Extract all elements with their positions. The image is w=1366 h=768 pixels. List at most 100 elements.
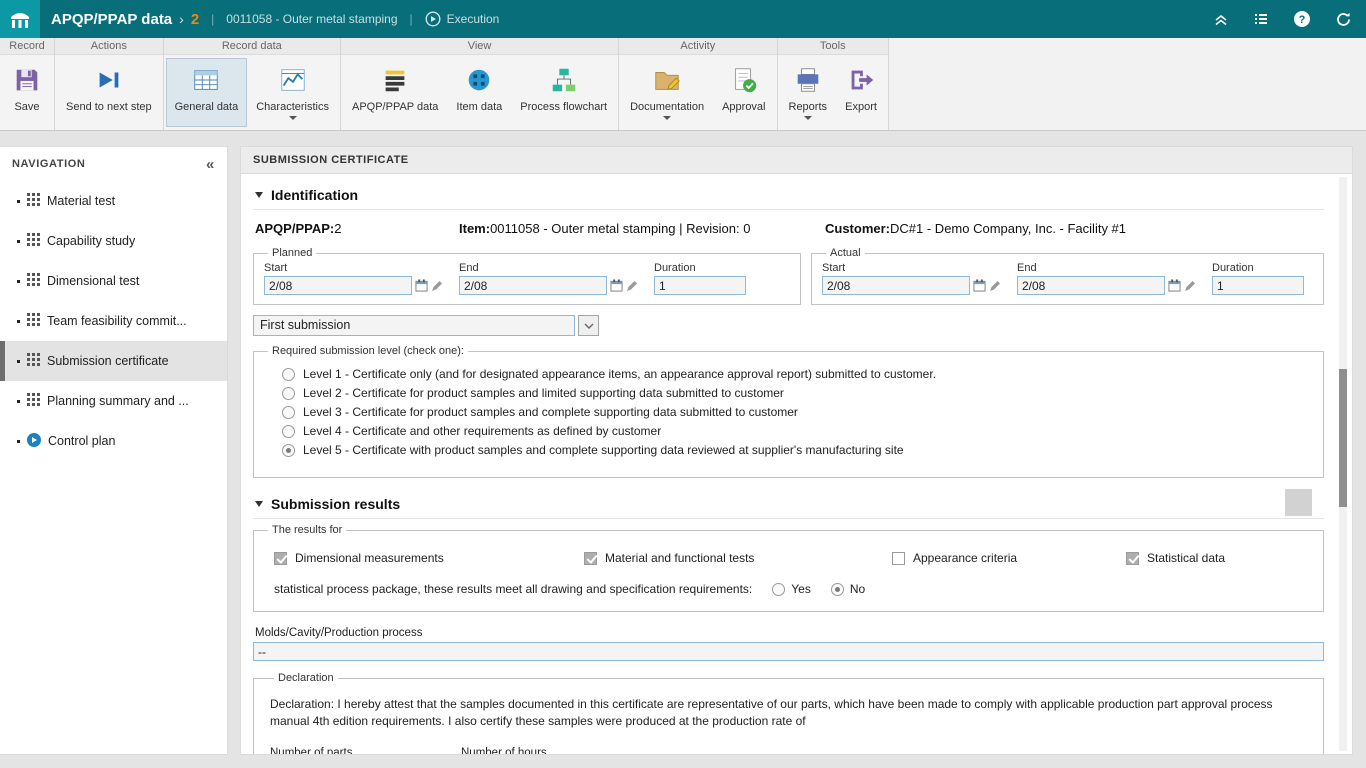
documentation-button[interactable]: Documentation [621,58,713,127]
calendar-icon[interactable] [973,279,986,292]
characteristics-icon [278,65,308,98]
checkbox-label: Statistical data [1147,551,1225,565]
actual-legend: Actual [826,247,865,259]
actual-end-input[interactable] [1017,276,1165,295]
appearance-criteria-option[interactable]: Appearance criteria [892,551,1126,565]
sidebar-item-label: Material test [47,194,115,208]
calendar-icon[interactable] [415,279,428,292]
yes-option[interactable]: Yes [772,582,811,596]
planned-fieldset: Planned Start End [253,247,801,305]
app-logo-icon[interactable] [0,0,40,38]
radio-button[interactable] [282,406,295,419]
apqp-ppap-data-button[interactable]: APQP/PPAP data [343,58,447,127]
collapse-sidebar-icon[interactable]: « [206,157,215,172]
list-menu-icon[interactable] [1253,11,1269,27]
level-5-option[interactable]: Level 5 - Certificate with product sampl… [282,443,1313,457]
edit-pencil-icon[interactable] [431,280,443,292]
bullet-icon [17,320,20,323]
results-for-fieldset: The results for Dimensional measurements… [253,524,1324,612]
molds-cavity-input[interactable] [253,642,1324,661]
sidebar-item-planning-summary[interactable]: Planning summary and ... [0,381,227,421]
item-label: Item: [459,221,490,236]
checkbox[interactable] [584,552,597,565]
item-data-button[interactable]: Item data [447,58,511,127]
chevron-down-icon [804,116,812,120]
level-2-option[interactable]: Level 2 - Certificate for product sample… [282,386,1313,400]
edit-pencil-icon[interactable] [1184,280,1196,292]
sidebar-item-submission-certificate[interactable]: Submission certificate [0,341,227,381]
edit-pencil-icon[interactable] [626,280,638,292]
submission-level-legend: Required submission level (check one): [268,345,468,357]
sidebar-item-control-plan[interactable]: Control plan [0,421,227,461]
no-option[interactable]: No [831,582,865,596]
checkbox[interactable] [892,552,905,565]
checkbox[interactable] [274,552,287,565]
planned-duration-input[interactable] [654,276,746,295]
statistical-data-option[interactable]: Statistical data [1126,551,1225,565]
bullet-icon [17,280,20,283]
submission-type-dropdown-button[interactable] [578,315,599,336]
radio-button[interactable] [282,368,295,381]
breadcrumb-item: 0011058 - Outer metal stamping [226,12,397,26]
characteristic-matrix-icon [27,193,40,209]
save-button[interactable]: Save [2,58,52,127]
bullet-icon [17,440,20,443]
level-1-option[interactable]: Level 1 - Certificate only (and for desi… [282,367,1313,381]
level-5-label: Level 5 - Certificate with product sampl… [303,443,904,457]
dimensional-measurements-option[interactable]: Dimensional measurements [274,551,584,565]
radio-button[interactable] [772,583,785,596]
results-for-legend: The results for [268,524,346,536]
play-circle-icon [425,11,441,27]
collapse-section-icon[interactable] [255,192,263,198]
ribbon-group-record-data: Record data General data Characteristics [164,38,341,130]
export-button[interactable]: Export [836,58,886,127]
radio-button[interactable] [831,583,844,596]
submission-results-section-header[interactable]: Submission results [253,487,1324,519]
duration-label: Duration [1212,262,1304,274]
sidebar-item-team-feasibility[interactable]: Team feasibility commit... [0,301,227,341]
actual-duration-input[interactable] [1212,276,1304,295]
material-functional-tests-option[interactable]: Material and functional tests [584,551,892,565]
radio-button[interactable] [282,387,295,400]
characteristics-button[interactable]: Characteristics [247,58,338,127]
level-1-label: Level 1 - Certificate only (and for desi… [303,367,936,381]
step-number[interactable]: 2 [191,11,199,28]
calendar-icon[interactable] [1168,279,1181,292]
start-label: Start [264,262,443,274]
identification-info-row: APQP/PPAP:2 Item:0011058 - Outer metal s… [255,221,1324,236]
edit-pencil-icon[interactable] [989,280,1001,292]
calendar-icon[interactable] [610,279,623,292]
apqp-data-label: APQP/PPAP data [352,101,438,113]
identification-section-header[interactable]: Identification [253,178,1324,210]
ribbon-group-label: Activity [619,38,776,55]
help-icon[interactable]: ? [1293,10,1311,28]
reports-button[interactable]: Reports [780,58,837,127]
export-icon [846,65,876,98]
sidebar-item-capability-study[interactable]: Capability study [0,221,227,261]
submission-type-select[interactable]: First submission [253,315,575,336]
radio-button[interactable] [282,444,295,457]
approval-button[interactable]: Approval [713,58,774,127]
refresh-icon[interactable] [1335,11,1352,28]
level-4-label: Level 4 - Certificate and other requirem… [303,424,661,438]
collapse-section-icon[interactable] [255,501,263,507]
actual-start-input[interactable] [822,276,970,295]
send-to-next-step-button[interactable]: Send to next step [57,58,161,127]
process-flowchart-button[interactable]: Process flowchart [511,58,616,127]
approval-icon [729,65,759,98]
scroll-handle-box[interactable] [1285,489,1312,516]
level-3-option[interactable]: Level 3 - Certificate for product sample… [282,405,1313,419]
scrollbar-thumb[interactable] [1339,369,1347,507]
characteristics-label: Characteristics [256,101,329,113]
sidebar-item-label: Capability study [47,234,135,248]
sidebar-item-material-test[interactable]: Material test [0,181,227,221]
planned-end-input[interactable] [459,276,607,295]
submission-level-fieldset: Required submission level (check one): L… [253,345,1324,478]
planned-start-input[interactable] [264,276,412,295]
general-data-button[interactable]: General data [166,58,248,127]
sidebar-item-dimensional-test[interactable]: Dimensional test [0,261,227,301]
radio-button[interactable] [282,425,295,438]
checkbox[interactable] [1126,552,1139,565]
level-4-option[interactable]: Level 4 - Certificate and other requirem… [282,424,1313,438]
collapse-ribbon-icon[interactable] [1213,11,1229,27]
